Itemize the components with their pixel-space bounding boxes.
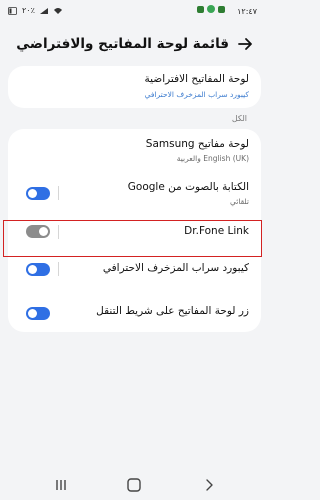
- default-keyboard-card[interactable]: لوحة المفاتيح الافتراضية كيبورد سراب الم…: [8, 66, 261, 108]
- default-keyboard-item[interactable]: لوحة المفاتيح الافتراضية كيبورد سراب الم…: [8, 66, 261, 108]
- status-bar: ٢٠٪ ١٢:٤٧: [0, 0, 269, 22]
- wifi-icon: [53, 7, 62, 14]
- keyboard-samsung-subtitle: English (UK) والعربية: [176, 154, 249, 163]
- divider: [58, 225, 59, 239]
- signal-icon: [39, 7, 48, 14]
- navigation-bar: [0, 470, 269, 500]
- keyboard-sarab-title: كيبورد سراب المزخرف الاحترافي: [102, 262, 249, 274]
- page-title: قائمة لوحة المفاتيح والافتراضي: [16, 36, 229, 52]
- message-notification-icon: [218, 5, 225, 13]
- keyboard-item-google-voice[interactable]: الكتابة بالصوت من Google تلقائي: [8, 173, 261, 213]
- home-icon[interactable]: [125, 476, 143, 494]
- navbar-keyboard-card: زر لوحة المفاتيح على شريط التنقل: [8, 294, 261, 332]
- google-voice-toggle[interactable]: [26, 187, 50, 200]
- back-nav-icon[interactable]: [200, 476, 218, 494]
- divider: [58, 262, 59, 276]
- battery-percent: ٢٠٪: [22, 6, 35, 15]
- keyboard-samsung-title: لوحة مفاتيح Samsung: [145, 138, 249, 150]
- toggle-knob: [28, 189, 37, 198]
- keyboard-google-voice-title: الكتابة بالصوت من Google: [127, 181, 249, 193]
- notification-icons: [197, 5, 225, 13]
- page-header: قائمة لوحة المفاتيح والافتراضي: [0, 30, 269, 60]
- divider: [58, 186, 59, 200]
- section-all-label: الكل: [231, 114, 247, 123]
- back-arrow-icon[interactable]: [235, 34, 255, 54]
- keyboard-item-samsung[interactable]: لوحة مفاتيح Samsung English (UK) والعربي…: [8, 129, 261, 171]
- toggle-knob: [28, 309, 37, 318]
- battery-icon: [8, 6, 17, 15]
- keyboard-drfone-title: Dr.Fone Link: [184, 225, 249, 237]
- navbar-keyboard-item[interactable]: زر لوحة المفاتيح على شريط التنقل: [8, 294, 261, 332]
- android-notification-icon: [207, 5, 215, 13]
- default-keyboard-value: كيبورد سراب المزخرف الاحترافي: [144, 90, 249, 99]
- keyboard-google-voice-subtitle: تلقائي: [230, 197, 249, 206]
- toggle-knob: [39, 227, 48, 236]
- status-time: ١٢:٤٧: [237, 7, 257, 16]
- keyboard-item-drfone[interactable]: Dr.Fone Link: [8, 215, 261, 249]
- default-keyboard-title: لوحة المفاتيح الافتراضية: [144, 73, 249, 85]
- status-left: ٢٠٪: [8, 6, 63, 15]
- navbar-keyboard-title: زر لوحة المفاتيح على شريط التنقل: [96, 305, 249, 317]
- drfone-toggle[interactable]: [26, 225, 50, 238]
- toggle-knob: [28, 265, 37, 274]
- keyboard-item-sarab[interactable]: كيبورد سراب المزخرف الاحترافي: [8, 252, 261, 287]
- navbar-keyboard-toggle[interactable]: [26, 307, 50, 320]
- app-notification-icon: [197, 5, 204, 13]
- recent-apps-icon[interactable]: [52, 476, 70, 494]
- sarab-toggle[interactable]: [26, 263, 50, 276]
